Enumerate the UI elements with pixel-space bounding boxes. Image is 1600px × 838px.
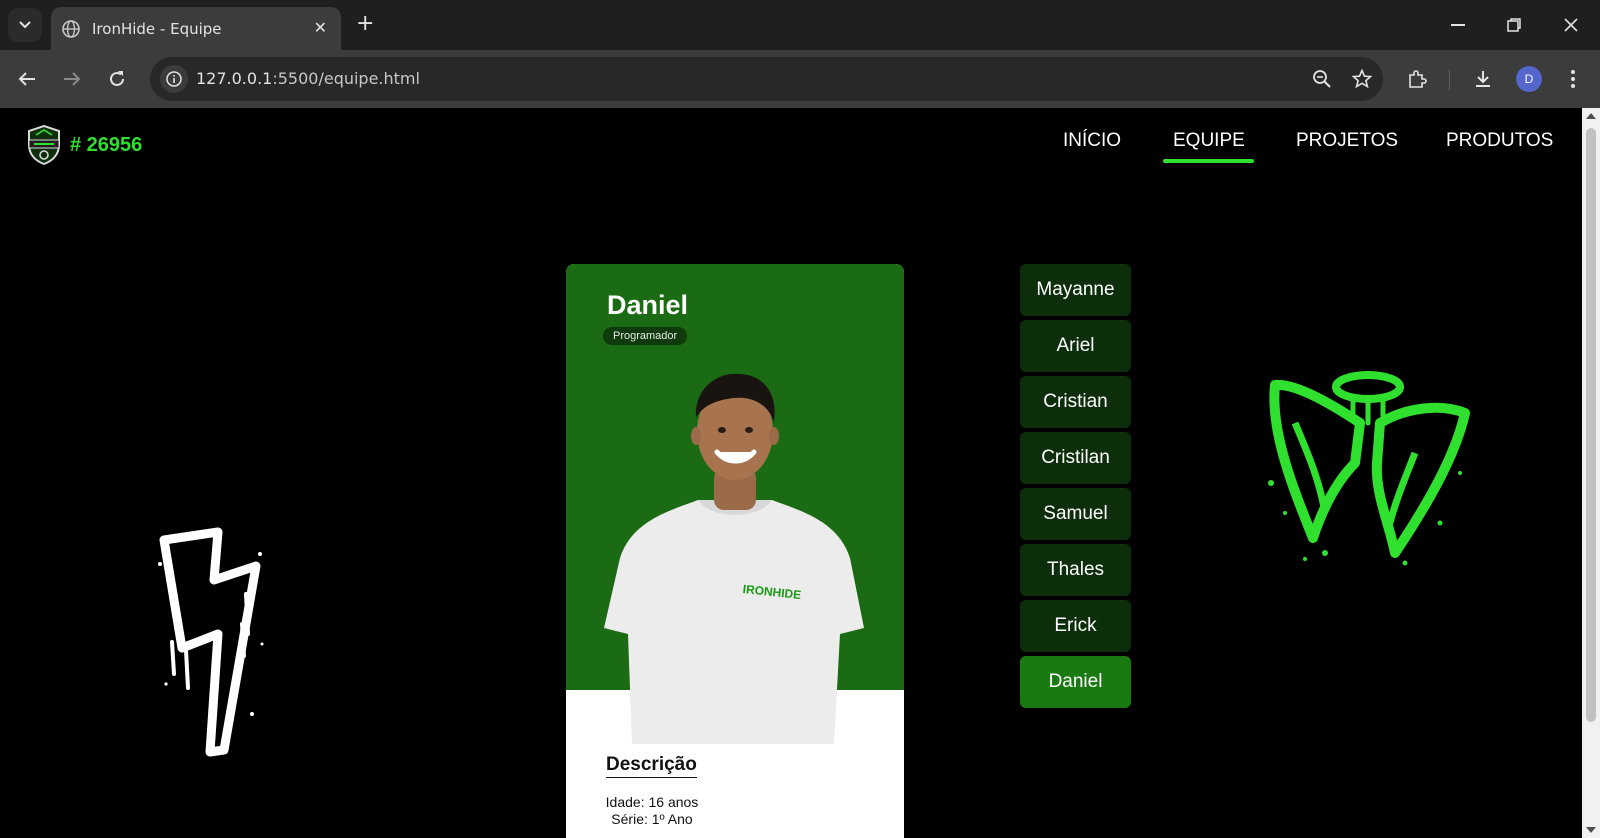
page-viewport: # 26956 INÍCIO EQUIPE PROJETOS PRODUTOS … bbox=[0, 108, 1582, 838]
angel-wings-graffiti-icon bbox=[1268, 371, 1470, 566]
url-text: 127.0.0.1:5500/equipe.html bbox=[196, 69, 420, 88]
url-host: 127.0.0.1 bbox=[196, 69, 273, 88]
scroll-down-arrow-icon[interactable] bbox=[1586, 827, 1596, 833]
zoom-icon[interactable] bbox=[1310, 67, 1334, 91]
member-role-badge: Programador bbox=[603, 327, 688, 345]
member-card: Daniel Programador IRONHIDE Descrição Id… bbox=[566, 264, 904, 838]
tab-title: IronHide - Equipe bbox=[92, 19, 222, 38]
member-button-cristilan[interactable]: Cristilan bbox=[1020, 432, 1131, 484]
new-tab-button[interactable]: + bbox=[356, 12, 374, 36]
browser-tab[interactable]: IronHide - Equipe ✕ bbox=[51, 7, 341, 50]
site-info-icon[interactable] bbox=[160, 65, 188, 93]
tab-close-icon[interactable]: ✕ bbox=[314, 18, 327, 37]
close-window-icon[interactable] bbox=[1556, 10, 1586, 40]
member-button-samuel[interactable]: Samuel bbox=[1020, 488, 1131, 540]
member-photo: IRONHIDE bbox=[604, 373, 864, 744]
nav-produtos[interactable]: PRODUTOS bbox=[1446, 130, 1553, 152]
browser-toolbar: 127.0.0.1:5500/equipe.html D bbox=[0, 50, 1600, 108]
extensions-puzzle-icon[interactable] bbox=[1403, 65, 1431, 93]
nav-equipe[interactable]: EQUIPE bbox=[1173, 130, 1245, 152]
member-grade: Série: 1º Ano bbox=[611, 811, 693, 827]
profile-avatar[interactable]: D bbox=[1516, 66, 1542, 92]
description-title: Descrição bbox=[606, 754, 697, 778]
member-button-mayanne[interactable]: Mayanne bbox=[1020, 264, 1131, 316]
minimize-icon[interactable] bbox=[1443, 10, 1473, 40]
member-name: Daniel bbox=[607, 290, 689, 320]
globe-icon bbox=[62, 19, 80, 38]
browser-tab-bar: IronHide - Equipe ✕ + bbox=[0, 0, 1600, 50]
member-button-erick[interactable]: Erick bbox=[1020, 600, 1131, 652]
member-button-thales[interactable]: Thales bbox=[1020, 544, 1131, 596]
address-bar[interactable]: 127.0.0.1:5500/equipe.html bbox=[150, 57, 1383, 101]
page-scrollbar[interactable] bbox=[1582, 108, 1600, 838]
member-button-ariel[interactable]: Ariel bbox=[1020, 320, 1131, 372]
scroll-thumb[interactable] bbox=[1586, 128, 1596, 722]
active-nav-underline bbox=[1163, 159, 1254, 163]
member-button-daniel[interactable]: Daniel bbox=[1020, 656, 1131, 708]
toolbar-divider bbox=[1449, 70, 1450, 90]
menu-kebab-icon[interactable] bbox=[1559, 65, 1587, 93]
nav-projetos[interactable]: PROJETOS bbox=[1296, 130, 1398, 152]
back-arrow-icon[interactable] bbox=[13, 65, 41, 93]
team-number: # 26956 bbox=[70, 134, 143, 156]
lightning-bolt-graffiti-icon bbox=[158, 527, 264, 757]
scroll-up-arrow-icon[interactable] bbox=[1586, 113, 1596, 119]
forward-arrow-icon[interactable] bbox=[58, 65, 86, 93]
member-age: Idade: 16 anos bbox=[605, 794, 699, 810]
bookmark-star-icon[interactable] bbox=[1350, 67, 1374, 91]
ironhide-shield-logo-icon[interactable] bbox=[26, 125, 62, 165]
member-button-cristian[interactable]: Cristian bbox=[1020, 376, 1131, 428]
nav-inicio[interactable]: INÍCIO bbox=[1063, 130, 1121, 152]
restore-icon[interactable] bbox=[1499, 10, 1529, 40]
tab-search-chevron-icon[interactable] bbox=[8, 8, 42, 42]
url-path: :5500/equipe.html bbox=[272, 69, 420, 88]
reload-icon[interactable] bbox=[103, 65, 131, 93]
download-icon[interactable] bbox=[1469, 65, 1497, 93]
